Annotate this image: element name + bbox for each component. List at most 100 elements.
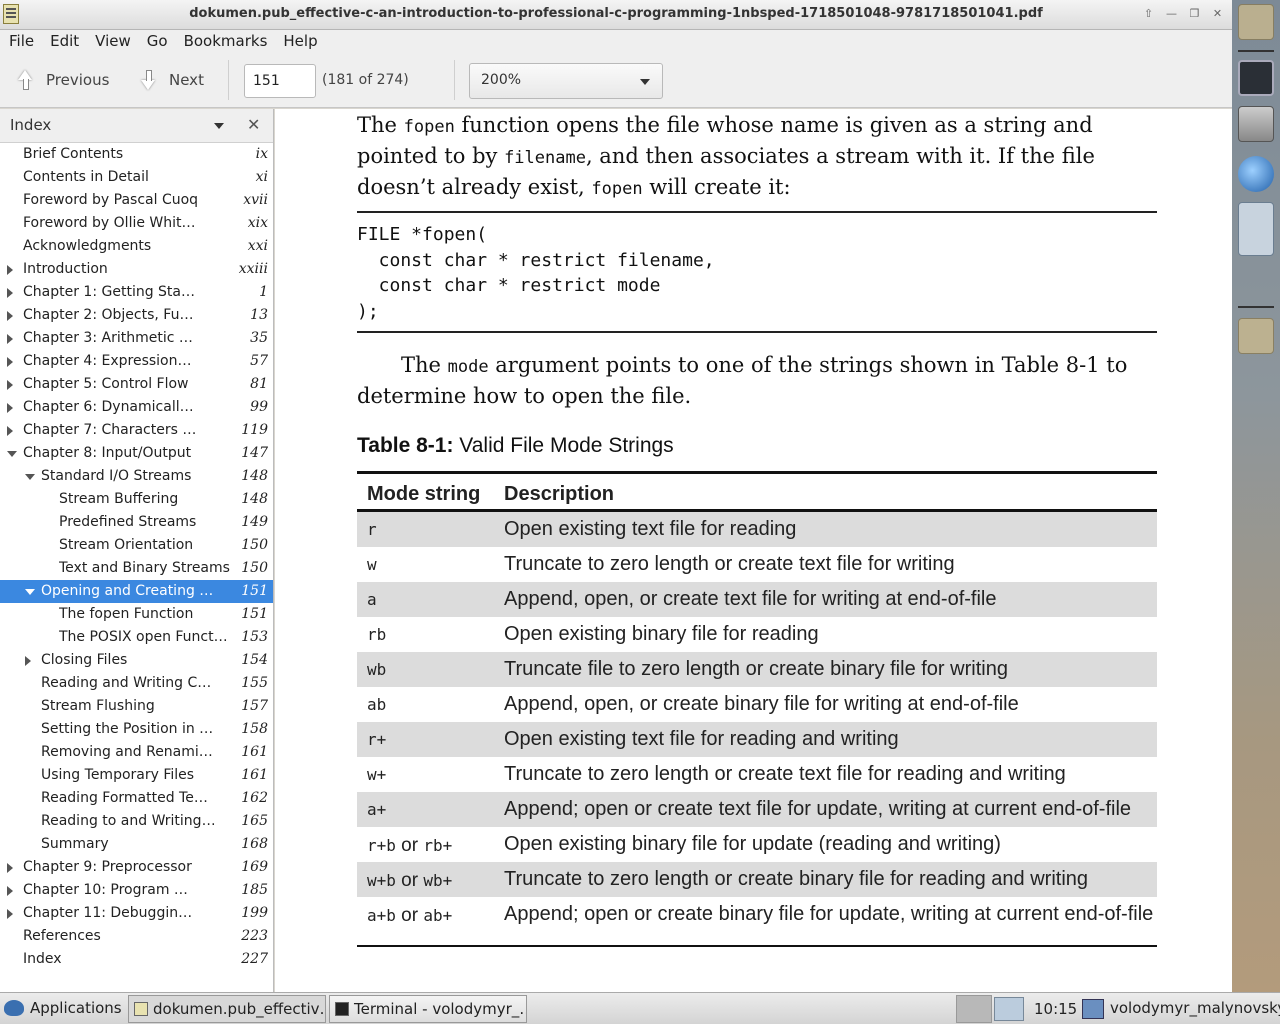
- outline-item[interactable]: Standard I/O Streams 148: [0, 465, 273, 488]
- inline-code: filename: [504, 148, 586, 168]
- outline-item[interactable]: Stream Flushing 157: [0, 695, 273, 718]
- outline-item[interactable]: Contents in Detail xi: [0, 166, 273, 189]
- menu-go[interactable]: Go: [139, 32, 176, 50]
- outline-item[interactable]: Chapter 4: Expression… 57: [0, 350, 273, 373]
- outline-item[interactable]: Foreword by Ollie Whit… xix: [0, 212, 273, 235]
- outline-item[interactable]: Setting the Position in … 158: [0, 718, 273, 741]
- outline-item[interactable]: References 223: [0, 925, 273, 948]
- folder-icon[interactable]: [1238, 318, 1274, 354]
- description-cell: Append; open or create text file for upd…: [504, 798, 1132, 820]
- expanded-triangle-icon[interactable]: [25, 474, 35, 480]
- outline-item[interactable]: Chapter 5: Control Flow 81: [0, 373, 273, 396]
- outline-item[interactable]: Chapter 6: Dynamicall… 99: [0, 396, 273, 419]
- collapsed-triangle-icon[interactable]: [7, 265, 13, 275]
- outline-item[interactable]: Chapter 11: Debuggin… 199: [0, 902, 273, 925]
- collapsed-triangle-icon[interactable]: [7, 426, 13, 436]
- collapsed-triangle-icon[interactable]: [7, 357, 13, 367]
- outline-item[interactable]: Closing Files 154: [0, 649, 273, 672]
- outline-item[interactable]: Summary 168: [0, 833, 273, 856]
- mode-cell: r: [367, 520, 377, 539]
- menu-file[interactable]: File: [0, 32, 42, 50]
- title-bar: dokumen.pub_effective-c-an-introduction-…: [0, 0, 1232, 30]
- outline-item[interactable]: Stream Orientation 150: [0, 534, 273, 557]
- sidebar-mode-label[interactable]: Index: [10, 116, 51, 134]
- collapsed-triangle-icon[interactable]: [7, 886, 13, 896]
- chevron-down-icon[interactable]: [214, 123, 224, 129]
- outline-item[interactable]: Text and Binary Streams 150: [0, 557, 273, 580]
- window-maximize-button[interactable]: ❐: [1184, 4, 1205, 24]
- outline-item[interactable]: Reading Formatted Te… 162: [0, 787, 273, 810]
- collapsed-triangle-icon[interactable]: [7, 909, 13, 919]
- outline-item[interactable]: Chapter 10: Program … 185: [0, 879, 273, 902]
- window-shade-button[interactable]: ⇧: [1138, 4, 1159, 24]
- expanded-triangle-icon[interactable]: [7, 451, 17, 457]
- menu-view[interactable]: View: [87, 32, 139, 50]
- outline-item[interactable]: Reading to and Writing… 165: [0, 810, 273, 833]
- outline-item[interactable]: Reading and Writing C… 155: [0, 672, 273, 695]
- outline-item[interactable]: Chapter 3: Arithmetic … 35: [0, 327, 273, 350]
- close-icon[interactable]: ✕: [247, 115, 260, 134]
- outline-item[interactable]: Index 227: [0, 948, 273, 971]
- task-button-terminal[interactable]: Terminal - volodymyr_…: [329, 995, 527, 1023]
- outline-item[interactable]: Chapter 9: Preprocessor 169: [0, 856, 273, 879]
- file-cabinet-icon[interactable]: [1238, 106, 1274, 142]
- outline-item[interactable]: Removing and Renami… 161: [0, 741, 273, 764]
- outline-item[interactable]: Chapter 2: Objects, Fu… 13: [0, 304, 273, 327]
- outline-item[interactable]: The fopen Function 151: [0, 603, 273, 626]
- collapsed-triangle-icon[interactable]: [7, 311, 13, 321]
- sidebar-header: Index ✕: [0, 109, 273, 143]
- terminal-icon[interactable]: [1238, 60, 1274, 96]
- outline-item-page: 154: [241, 652, 268, 668]
- outline-item[interactable]: Chapter 7: Characters … 119: [0, 419, 273, 442]
- outline-item-page: 35: [250, 330, 268, 346]
- table-bottom-rule: [357, 945, 1157, 947]
- collapsed-triangle-icon[interactable]: [7, 288, 13, 298]
- outline-item-page: ix: [255, 146, 268, 162]
- outline-item[interactable]: Acknowledgments xxi: [0, 235, 273, 258]
- menu-help[interactable]: Help: [275, 32, 325, 50]
- outline-item[interactable]: Chapter 8: Input/Output 147: [0, 442, 273, 465]
- outline-item[interactable]: Chapter 1: Getting Sta… 1: [0, 281, 273, 304]
- outline-item[interactable]: Foreword by Pascal Cuoq xvii: [0, 189, 273, 212]
- mode-string: a: [367, 590, 377, 609]
- previous-page-button[interactable]: Previous: [14, 67, 109, 93]
- collapsed-triangle-icon[interactable]: [7, 334, 13, 344]
- tray-app-icon[interactable]: [994, 997, 1024, 1021]
- web-browser-icon[interactable]: [1238, 156, 1274, 192]
- table-caption: Table 8-1: Valid File Mode Strings: [357, 434, 674, 458]
- clock[interactable]: 10:15: [1034, 1000, 1077, 1018]
- collapsed-triangle-icon[interactable]: [25, 656, 31, 666]
- mode-string: rb+: [423, 836, 453, 855]
- outline-item[interactable]: Stream Buffering 148: [0, 488, 273, 511]
- zoom-select[interactable]: 200%: [469, 63, 663, 99]
- menu-edit[interactable]: Edit: [42, 32, 87, 50]
- outline-item[interactable]: Opening and Creating … 151: [0, 580, 273, 603]
- workspace-switcher[interactable]: [956, 995, 992, 1023]
- outline-item[interactable]: Predefined Streams 149: [0, 511, 273, 534]
- task-button-pdf-viewer[interactable]: dokumen.pub_effectiv…: [128, 995, 326, 1023]
- outline-item-label: Standard I/O Streams: [41, 468, 192, 484]
- document-viewer-icon[interactable]: [1238, 202, 1274, 256]
- page-number-input[interactable]: [244, 64, 316, 98]
- document-view[interactable]: The fopen function opens the file whose …: [275, 109, 1232, 992]
- window-minimize-button[interactable]: —: [1161, 4, 1182, 24]
- expanded-triangle-icon[interactable]: [25, 589, 35, 595]
- window-close-button[interactable]: ✕: [1207, 4, 1228, 24]
- applications-menu-button[interactable]: Applications: [4, 999, 122, 1017]
- outline-item[interactable]: The POSIX open Funct… 153: [0, 626, 273, 649]
- next-page-button[interactable]: Next: [137, 67, 204, 93]
- code-bottom-rule: [357, 331, 1157, 333]
- collapsed-triangle-icon[interactable]: [7, 403, 13, 413]
- outline-item[interactable]: Brief Contents ix: [0, 143, 273, 166]
- user-name[interactable]: volodymyr_malynovskyi: [1110, 999, 1280, 1017]
- folder-icon[interactable]: [1238, 4, 1274, 40]
- network-icon[interactable]: [1082, 999, 1104, 1019]
- window-controls: ⇧ — ❐ ✕: [1138, 4, 1228, 24]
- xfce-mouse-icon: [4, 1000, 24, 1016]
- collapsed-triangle-icon[interactable]: [7, 863, 13, 873]
- outline-item[interactable]: Introduction xxiii: [0, 258, 273, 281]
- outline-item[interactable]: Using Temporary Files 161: [0, 764, 273, 787]
- collapsed-triangle-icon[interactable]: [7, 380, 13, 390]
- menu-bookmarks[interactable]: Bookmarks: [176, 32, 276, 50]
- outline-item-page: 199: [241, 905, 268, 921]
